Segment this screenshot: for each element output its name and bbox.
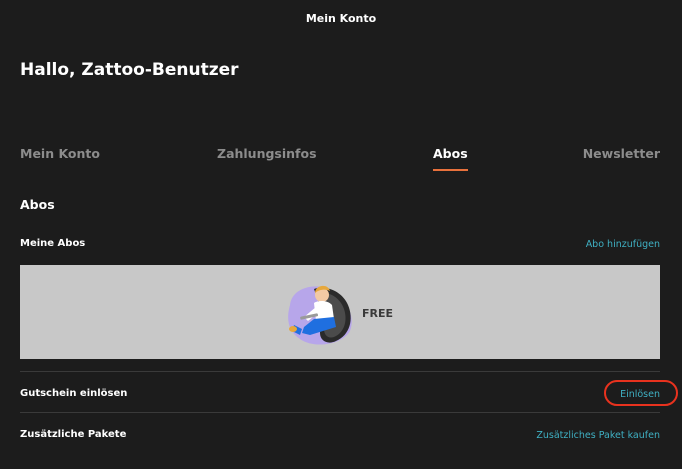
plan-name: FREE (362, 307, 394, 320)
greeting-heading: Hallo, Zattoo-Benutzer (20, 60, 239, 80)
subscription-card[interactable]: FREE (20, 265, 660, 359)
divider (20, 412, 660, 413)
my-subscriptions-label: Meine Abos (20, 238, 86, 249)
tab-abos[interactable]: Abos (433, 146, 468, 171)
section-title: Abos (20, 197, 55, 212)
buy-additional-package-link[interactable]: Zusätzliches Paket kaufen (536, 430, 660, 441)
tab-newsletter[interactable]: Newsletter (583, 146, 660, 161)
additional-packages-label: Zusätzliche Pakete (20, 429, 127, 440)
highlight-ring (604, 380, 678, 406)
account-tabs: Mein Konto Zahlungsinfos Abos Newsletter (0, 146, 682, 176)
voucher-label: Gutschein einlösen (20, 388, 128, 399)
tab-zahlungsinfos[interactable]: Zahlungsinfos (217, 146, 317, 161)
active-tab-underline (433, 169, 468, 171)
divider (20, 371, 660, 372)
add-subscription-link[interactable]: Abo hinzufügen (586, 239, 660, 250)
tab-mein-konto[interactable]: Mein Konto (20, 146, 100, 161)
page-title: Mein Konto (305, 12, 377, 25)
tab-abos-label: Abos (433, 146, 468, 161)
